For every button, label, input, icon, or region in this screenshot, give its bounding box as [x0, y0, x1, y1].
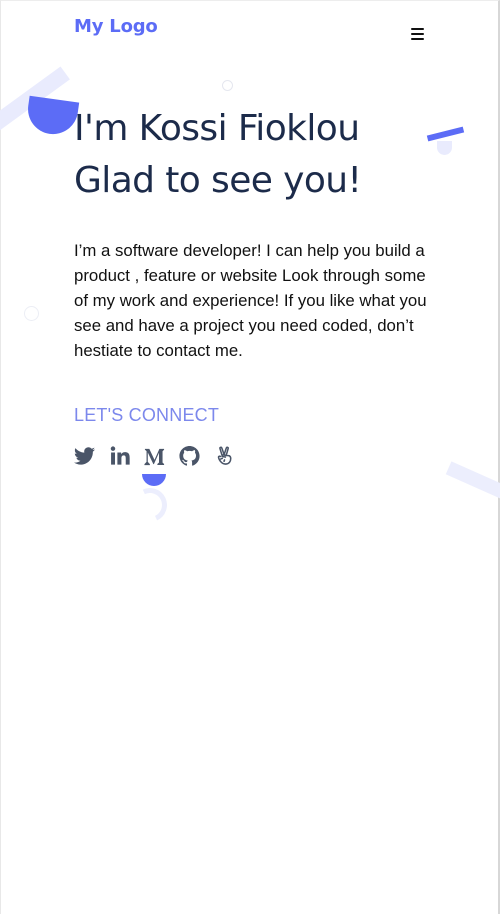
hero-title-line1: I'm Kossi Fioklou	[74, 108, 360, 149]
logo-link[interactable]: My Logo	[74, 16, 158, 37]
menu-line	[411, 38, 424, 40]
hero-title: I'm Kossi Fioklou Glad to see you!	[74, 103, 434, 207]
medium-icon[interactable]	[143, 444, 166, 468]
hero-title-line2: Glad to see you!	[74, 160, 362, 201]
github-icon[interactable]	[178, 444, 201, 468]
angellist-icon[interactable]	[213, 444, 236, 468]
twitter-icon[interactable]	[73, 444, 96, 468]
linkedin-icon[interactable]	[108, 444, 131, 468]
menu-line	[411, 33, 424, 35]
decorative-ring-top	[222, 80, 233, 91]
hamburger-menu-icon[interactable]	[408, 25, 427, 43]
decorative-ring-left	[24, 306, 39, 321]
connect-label: LET'S CONNECT	[74, 405, 220, 425]
menu-line	[411, 28, 424, 30]
social-links	[73, 443, 236, 469]
hero-bio: I’m a software developer! I can help you…	[74, 241, 427, 360]
